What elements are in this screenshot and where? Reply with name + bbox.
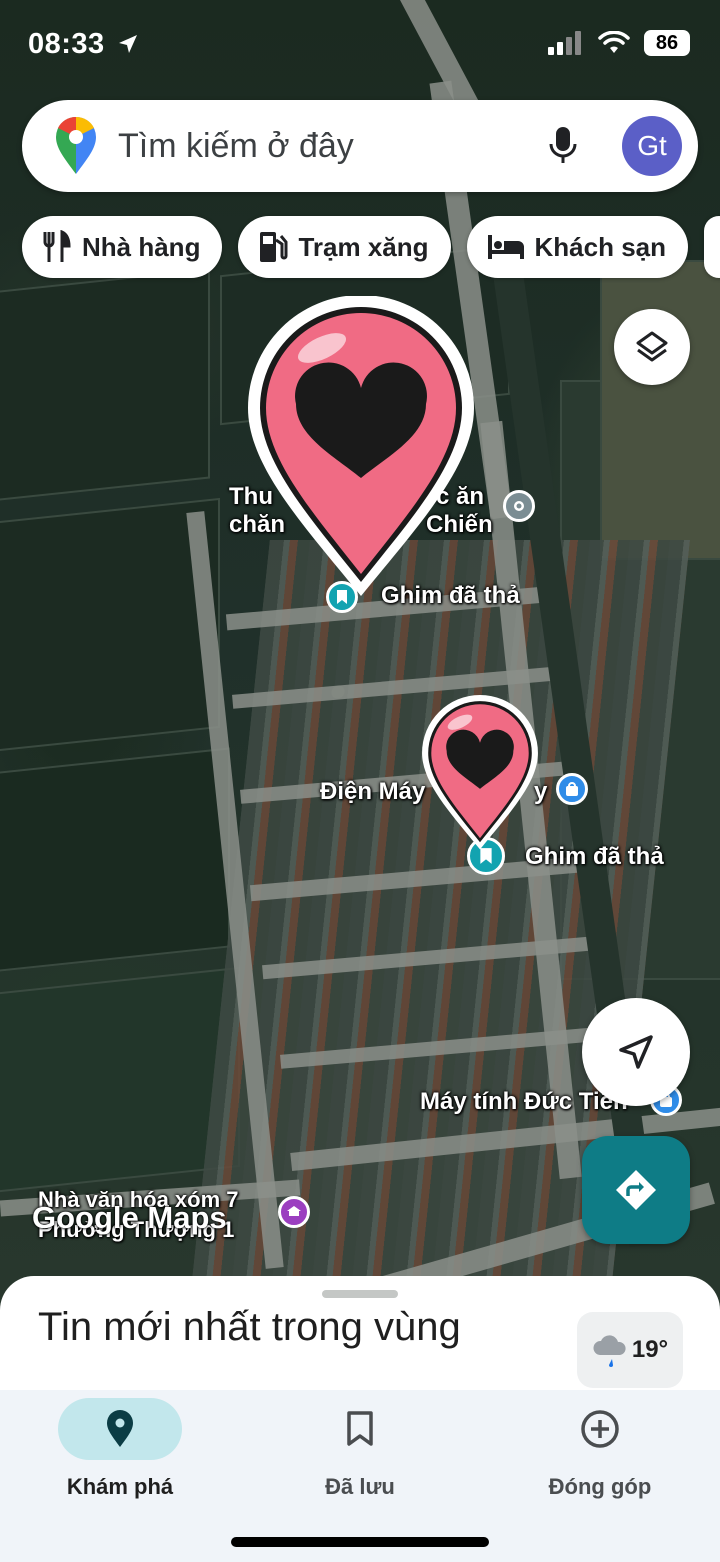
layers-icon [636,331,668,362]
chip-hotels[interactable]: Khách sạn [466,216,689,278]
nav-label: Đóng góp [548,1474,652,1499]
nav-icon-container [538,1398,662,1460]
navigation-arrow-icon [619,1035,653,1069]
chip-label: Nhà hàng [82,231,201,262]
landmark-icon[interactable] [278,1196,310,1228]
nav-icon-container [58,1398,182,1460]
heart-location-pin-icon[interactable] [244,296,478,602]
directions-button[interactable] [582,1136,690,1244]
category-chips: Nhà hàng Trạm xăng Khách sạn [22,216,720,278]
layers-button[interactable] [614,309,690,385]
restaurant-icon [43,230,71,262]
nav-tab-contribute[interactable]: Đóng góp [480,1398,720,1500]
field [0,268,210,502]
my-location-button[interactable] [582,998,690,1106]
google-maps-logo-icon [56,116,96,174]
sheet-title: Tin mới nhất trong vùng [38,1305,461,1349]
bookmark-icon [347,1411,373,1446]
chip-gas-stations[interactable]: Trạm xăng [238,216,451,278]
weather-chip[interactable]: 19° [577,1312,683,1388]
shopping-bag-icon[interactable] [556,773,588,805]
hotel-icon [487,235,524,259]
nav-label: Đã lưu [325,1474,395,1499]
nav-label: Khám phá [66,1474,174,1499]
chip-restaurants[interactable]: Nhà hàng [22,216,223,278]
plus-circle-icon [581,1410,619,1448]
gas-station-icon [260,232,288,262]
avatar[interactable]: Gt [622,116,682,176]
status-bar: 08:33 86 [0,0,720,90]
search-bar[interactable]: Tìm kiếm ở đây Gt [22,100,698,192]
microphone-icon[interactable] [548,126,578,166]
directions-icon [616,1170,656,1210]
nav-tab-explore[interactable]: Khám phá [0,1398,240,1500]
bottom-sheet[interactable]: Tin mới nhất trong vùng 19° [0,1276,720,1406]
location-pin-icon [107,1410,133,1447]
field [600,260,720,560]
nav-icon-container [298,1398,422,1460]
chip-more[interactable] [704,216,720,278]
battery-indicator: 86 [644,30,690,56]
search-input[interactable]: Tìm kiếm ở đây [118,127,354,166]
signal-icon [548,31,581,55]
dropped-pin-label[interactable]: Ghim đã thả [525,843,664,871]
wifi-icon [598,31,630,53]
heart-location-pin-icon[interactable] [420,694,540,854]
status-indicators: 86 [548,30,690,56]
map-label[interactable]: Điện Máy [320,778,425,806]
google-maps-watermark: Google Maps [32,1200,227,1235]
nav-tab-saved[interactable]: Đã lưu [240,1398,480,1500]
field [0,747,230,973]
poi-marker[interactable] [503,490,535,522]
chip-label: Khách sạn [534,231,667,262]
sheet-drag-handle[interactable] [322,1290,398,1298]
field [0,497,220,753]
status-time: 08:33 [28,28,139,61]
home-indicator[interactable] [231,1537,489,1547]
temperature-text: 19° [631,1336,669,1363]
location-arrow-icon [119,35,138,53]
status-time-text: 08:33 [28,28,105,60]
rain-cloud-icon [593,1335,626,1367]
map-label[interactable]: Máy tính Đức Tiến [420,1088,628,1116]
chip-label: Trạm xăng [298,231,429,262]
